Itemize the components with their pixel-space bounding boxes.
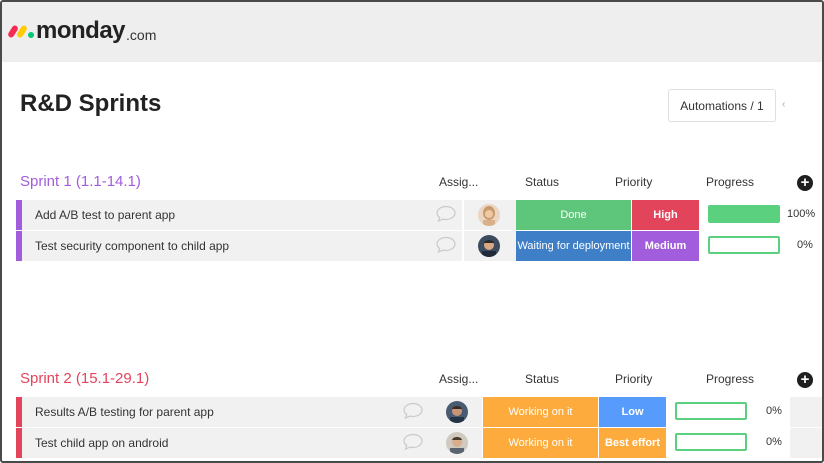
column-header-priority[interactable]: Priority (615, 175, 652, 189)
assignee-cell[interactable] (464, 200, 516, 230)
more-arrow-icon[interactable]: ‹ (782, 99, 785, 110)
logo-word: monday (36, 17, 126, 44)
avatar-man-3 (446, 432, 468, 454)
progress-bar (708, 236, 780, 254)
add-column-icon[interactable]: + (797, 175, 813, 191)
top-bar: monday .com (2, 2, 822, 62)
column-header-assignee[interactable]: Assig... (439, 372, 478, 386)
comment-bubble-icon[interactable] (402, 402, 423, 420)
status-cell[interactable]: Waiting for deployment (516, 231, 631, 261)
progress-cell: 0% (700, 231, 822, 261)
item-name[interactable]: Add A/B test to parent app (35, 208, 175, 222)
column-header-priority[interactable]: Priority (615, 372, 652, 386)
priority-cell[interactable]: High (632, 200, 699, 230)
status-cell[interactable]: Done (516, 200, 631, 230)
priority-cell[interactable]: Best effort (599, 428, 666, 458)
table-row[interactable]: Results A/B testing for parent app Worki… (16, 397, 822, 427)
progress-percent: 100% (787, 208, 816, 220)
comment-bubble-icon[interactable] (402, 433, 423, 451)
progress-cell: 0% (667, 397, 789, 427)
progress-percent: 0% (766, 405, 782, 417)
item-name-cell[interactable]: Results A/B testing for parent app (22, 397, 440, 427)
item-name-cell[interactable]: Test child app on android (22, 428, 440, 458)
group-sprint-2: Sprint 2 (15.1-29.1) Assig... Status Pri… (2, 364, 822, 394)
progress-bar (708, 205, 780, 223)
item-name-cell[interactable]: Test security component to child app (22, 231, 462, 261)
column-header-progress[interactable]: Progress (706, 372, 754, 386)
status-cell[interactable]: Working on it (483, 428, 598, 458)
progress-bar-fill (710, 207, 778, 221)
avatar-man-1 (478, 235, 500, 257)
monday-logo[interactable]: monday .com (7, 14, 157, 48)
group-title[interactable]: Sprint 2 (15.1-29.1) (20, 370, 149, 387)
table-row[interactable]: Test security component to child app Wai… (16, 231, 822, 261)
item-name-cell[interactable]: Add A/B test to parent app (22, 200, 462, 230)
board-title: R&D Sprints (20, 90, 162, 117)
progress-percent: 0% (766, 436, 782, 448)
assignee-cell[interactable] (440, 428, 482, 458)
group-sprint-1: Sprint 1 (1.1-14.1) Assig... Status Prio… (2, 167, 822, 197)
add-column-icon[interactable]: + (797, 372, 813, 388)
progress-percent: 0% (797, 239, 813, 251)
logo-suffix: .com (126, 26, 157, 43)
table-row[interactable]: Add A/B test to parent app Done High 100… (16, 200, 822, 230)
progress-bar (675, 402, 747, 420)
avatar-woman (478, 204, 500, 226)
item-name[interactable]: Test child app on android (35, 436, 168, 450)
item-name[interactable]: Test security component to child app (35, 239, 229, 253)
avatar-man-2 (446, 401, 468, 423)
group-title[interactable]: Sprint 1 (1.1-14.1) (20, 173, 141, 190)
comment-bubble-icon[interactable] (435, 236, 456, 254)
priority-cell[interactable]: Low (599, 397, 666, 427)
status-cell[interactable]: Working on it (483, 397, 598, 427)
column-header-status[interactable]: Status (525, 175, 559, 189)
progress-cell: 0% (667, 428, 789, 458)
priority-cell[interactable]: Medium (632, 231, 699, 261)
row-tail (790, 397, 822, 427)
column-header-progress[interactable]: Progress (706, 175, 754, 189)
automations-button[interactable]: Automations / 1 (668, 89, 776, 122)
comment-bubble-icon[interactable] (435, 205, 456, 223)
table-row[interactable]: Test child app on android Working on it … (16, 428, 822, 458)
progress-cell: 100% (700, 200, 822, 230)
assignee-cell[interactable] (464, 231, 516, 261)
column-header-status[interactable]: Status (525, 372, 559, 386)
item-name[interactable]: Results A/B testing for parent app (35, 405, 214, 419)
app-window: monday .com R&D Sprints Automations / 1 … (0, 0, 824, 463)
monday-logo-icon (7, 21, 36, 41)
column-header-assignee[interactable]: Assig... (439, 175, 478, 189)
row-tail (790, 428, 822, 458)
progress-bar (675, 433, 747, 451)
assignee-cell[interactable] (440, 397, 482, 427)
